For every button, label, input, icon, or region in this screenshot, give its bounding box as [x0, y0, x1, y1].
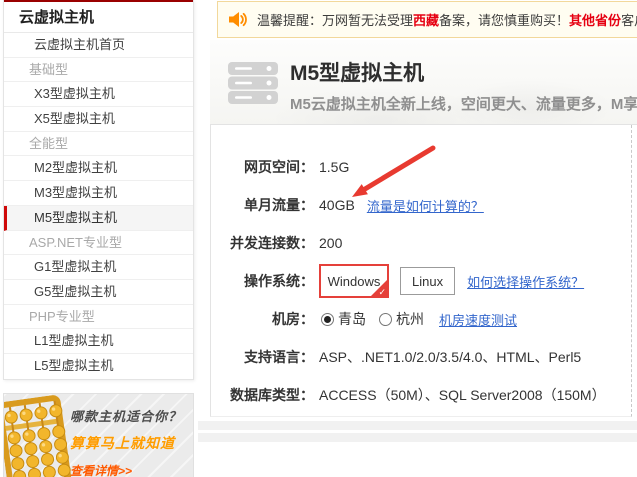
promo-slogan: 算算马上就知道: [70, 435, 175, 451]
spec-panel: 网页空间： 1.5G 单月流量： 40GB 流量是如何计算的？ 并发连接数： 2…: [210, 125, 632, 417]
abacus-image: [4, 395, 72, 477]
sidebar-title: 云虚拟主机: [4, 2, 193, 33]
promo-question: 哪款主机适合你？: [70, 409, 183, 424]
os-help-link[interactable]: 如何选择操作系统？: [467, 272, 584, 291]
sidebar-item[interactable]: G5型虚拟主机: [4, 280, 193, 305]
sidebar-category: PHP专业型: [4, 305, 193, 330]
radio-hangzhou[interactable]: [379, 312, 392, 326]
row-web-space: 网页空间： 1.5G: [211, 148, 631, 186]
sidebar-item[interactable]: L5型虚拟主机: [4, 354, 193, 379]
speaker-icon: [229, 12, 247, 27]
database-value: ACCESS（50M）、SQL Server2008（150M）: [319, 387, 606, 403]
notice-text: 温馨提醒：万网暂无法受理西藏备案，请您慎重购买！其他省份客户请放心购买: [257, 13, 637, 28]
notice-bar: 温馨提醒：万网暂无法受理西藏备案，请您慎重购买！其他省份客户请放心购买: [217, 1, 637, 38]
notice-highlight-region: 西藏: [413, 13, 440, 28]
sidebar-item[interactable]: X3型虚拟主机: [4, 82, 193, 108]
section-strip: [198, 433, 637, 442]
connections-label: 并发连接数：: [230, 235, 314, 251]
datacenter-label: 机房：: [272, 311, 314, 327]
notice-highlight-provinces: 其他省份: [569, 13, 622, 28]
sidebar-item[interactable]: G1型虚拟主机: [4, 255, 193, 280]
sidebar-category: 全能型: [4, 132, 193, 157]
check-icon: ✓: [378, 287, 386, 297]
page-title: M5型虚拟主机: [290, 62, 425, 85]
languages-value: ASP、.NET1.0/2.0/3.5/4.0、HTML、Perl5: [319, 349, 582, 365]
datacenter-speed-link[interactable]: 机房速度测试: [439, 310, 517, 329]
sidebar-item[interactable]: X5型虚拟主机: [4, 107, 193, 132]
languages-label: 支持语言：: [244, 349, 314, 365]
promo-details-link[interactable]: 查看详情>>: [70, 462, 132, 477]
os-linux-button[interactable]: Linux: [400, 267, 456, 295]
sidebar-item-list: 云虚拟主机首页 基础型 X3型虚拟主机 X5型虚拟主机 全能型 M2型虚拟主机 M3型虚拟主…: [4, 33, 193, 379]
sidebar-item[interactable]: 云虚拟主机首页: [4, 33, 193, 58]
sidebar-category: 基础型: [4, 58, 193, 83]
product-header: M5型虚拟主机 M5云虚拟主机全新上线，空间更大、流量更多，M享的价格: [210, 40, 637, 125]
os-label: 操作系统：: [244, 273, 314, 289]
row-database: 数据库类型： ACCESS（50M）、SQL Server2008（150M）: [211, 376, 631, 414]
page-subtitle: M5云虚拟主机全新上线，空间更大、流量更多，M享的价格: [290, 96, 637, 113]
radio-qingdao[interactable]: [321, 312, 334, 326]
radio-hangzhou-label[interactable]: 杭州: [396, 309, 424, 329]
sidebar-category: ASP.NET专业型: [4, 231, 193, 256]
section-strip: [198, 421, 637, 430]
traffic-value: 40GB: [319, 197, 355, 213]
promo-banner[interactable]: 哪款主机适合你？ 算算马上就知道 查看详情>>: [3, 393, 194, 477]
radio-qingdao-label[interactable]: 青岛: [338, 309, 366, 329]
sidebar-item[interactable]: M5型虚拟主机: [4, 205, 193, 231]
traffic-help-link[interactable]: 流量是如何计算的？: [367, 196, 484, 215]
sidebar-item[interactable]: L1型虚拟主机: [4, 329, 193, 354]
row-connections: 并发连接数： 200: [211, 224, 631, 262]
traffic-label: 单月流量：: [244, 197, 314, 213]
web-space-value: 1.5G: [319, 159, 350, 175]
os-windows-button[interactable]: Windows ✓: [319, 264, 389, 298]
page: 云虚拟主机 云虚拟主机首页 基础型 X3型虚拟主机 X5型虚拟主机 全能型 M2型虚拟主机…: [0, 0, 637, 477]
row-traffic: 单月流量： 40GB 流量是如何计算的？: [211, 186, 631, 224]
row-datacenter: 机房： 青岛 杭州 机房速度测试: [211, 300, 631, 338]
server-icon: [228, 62, 278, 104]
sidebar: 云虚拟主机 云虚拟主机首页 基础型 X3型虚拟主机 X5型虚拟主机 全能型 M2型虚拟主机…: [3, 0, 194, 380]
sidebar-top-accent: [4, 0, 193, 2]
web-space-label: 网页空间：: [244, 159, 314, 175]
sidebar-item[interactable]: M3型虚拟主机: [4, 181, 193, 206]
database-label: 数据库类型：: [230, 387, 314, 403]
row-languages: 支持语言： ASP、.NET1.0/2.0/3.5/4.0、HTML、Perl5: [211, 338, 631, 376]
sidebar-item[interactable]: M2型虚拟主机: [4, 156, 193, 182]
row-os: 操作系统： Windows ✓ Linux 如何选择操作系统？: [211, 262, 631, 300]
connections-value: 200: [319, 235, 343, 251]
